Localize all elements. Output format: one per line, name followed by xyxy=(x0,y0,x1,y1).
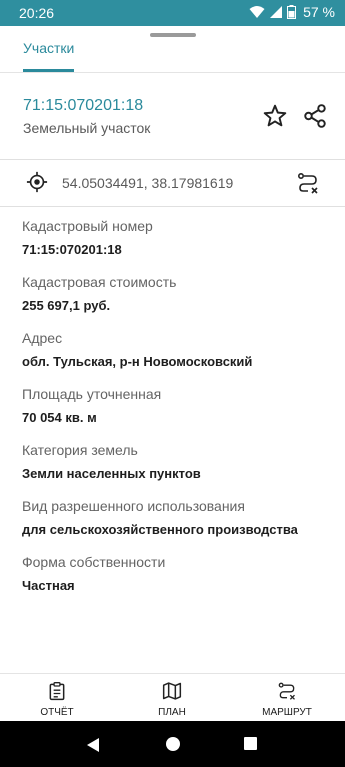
map-icon xyxy=(162,682,182,700)
report-icon xyxy=(49,682,65,701)
field-value: Земли населенных пунктов xyxy=(22,466,201,481)
sheet-drag-handle[interactable] xyxy=(150,33,196,37)
field-cadastral-number: Кадастровый номер 71:15:070201:18 xyxy=(22,218,153,257)
field-label: Кадастровый номер xyxy=(22,218,153,234)
plan-button[interactable]: ПЛАН xyxy=(122,674,222,722)
field-value: 71:15:070201:18 xyxy=(22,242,122,257)
field-permitted-use: Вид разрешенного использования для сельс… xyxy=(22,498,298,537)
status-bar: 20:26 57 % xyxy=(0,0,345,26)
report-label: ОТЧЁТ xyxy=(40,707,74,718)
coordinates-row: 54.05034491, 38.17981619 xyxy=(0,160,345,206)
field-value: Частная xyxy=(22,578,75,593)
battery-icon xyxy=(287,5,297,19)
field-label: Категория земель xyxy=(22,442,138,458)
field-address: Адрес обл. Тульская, р-н Новомосковский xyxy=(22,330,252,369)
field-value: для сельскохозяйственного производства xyxy=(22,522,298,537)
field-ownership: Форма собственности Частная xyxy=(22,554,165,593)
status-time: 20:26 xyxy=(19,5,55,21)
star-icon[interactable] xyxy=(262,103,288,129)
field-label: Кадастровая стоимость xyxy=(22,274,177,290)
report-button[interactable]: ОТЧЁТ xyxy=(7,674,107,722)
signal-icon xyxy=(270,6,283,18)
parcel-header: 71:15:070201:18 Земельный участок xyxy=(0,73,345,159)
tab-parcels[interactable]: Участки xyxy=(23,40,74,56)
bottom-nav: ОТЧЁТ ПЛАН МАРШРУТ xyxy=(0,673,345,722)
status-icons: 57 % xyxy=(249,4,335,20)
wifi-icon xyxy=(249,6,265,18)
location-target-icon[interactable] xyxy=(26,171,48,193)
field-label: Адрес xyxy=(22,330,63,346)
home-icon[interactable] xyxy=(166,737,180,751)
tab-bar: Участки xyxy=(0,38,345,74)
route-button[interactable]: МАРШРУТ xyxy=(237,674,337,722)
field-label: Вид разрешенного использования xyxy=(22,498,245,514)
divider xyxy=(0,206,345,207)
field-land-category: Категория земель Земли населенных пункто… xyxy=(22,442,201,481)
field-cadastral-cost: Кадастровая стоимость 255 697,1 руб. xyxy=(22,274,176,313)
share-icon[interactable] xyxy=(302,103,328,129)
system-nav-bar xyxy=(0,721,345,767)
parcel-type: Земельный участок xyxy=(23,120,151,136)
field-value: 255 697,1 руб. xyxy=(22,298,111,313)
field-label: Форма собственности xyxy=(22,554,166,570)
back-icon[interactable] xyxy=(86,737,100,753)
field-value: 70 054 кв. м xyxy=(22,410,97,425)
parcel-number[interactable]: 71:15:070201:18 xyxy=(23,97,143,115)
field-area: Площадь уточненная 70 054 кв. м xyxy=(22,386,161,425)
field-label: Площадь уточненная xyxy=(22,386,162,402)
battery-percent: 57 % xyxy=(303,4,335,20)
coordinates-value[interactable]: 54.05034491, 38.17981619 xyxy=(62,175,233,191)
plan-label: ПЛАН xyxy=(158,707,186,718)
recents-icon[interactable] xyxy=(244,737,257,750)
route-icon[interactable] xyxy=(296,171,320,195)
route-icon xyxy=(278,682,295,700)
field-value: обл. Тульская, р-н Новомосковский xyxy=(22,354,253,369)
route-label: МАРШРУТ xyxy=(262,707,312,718)
